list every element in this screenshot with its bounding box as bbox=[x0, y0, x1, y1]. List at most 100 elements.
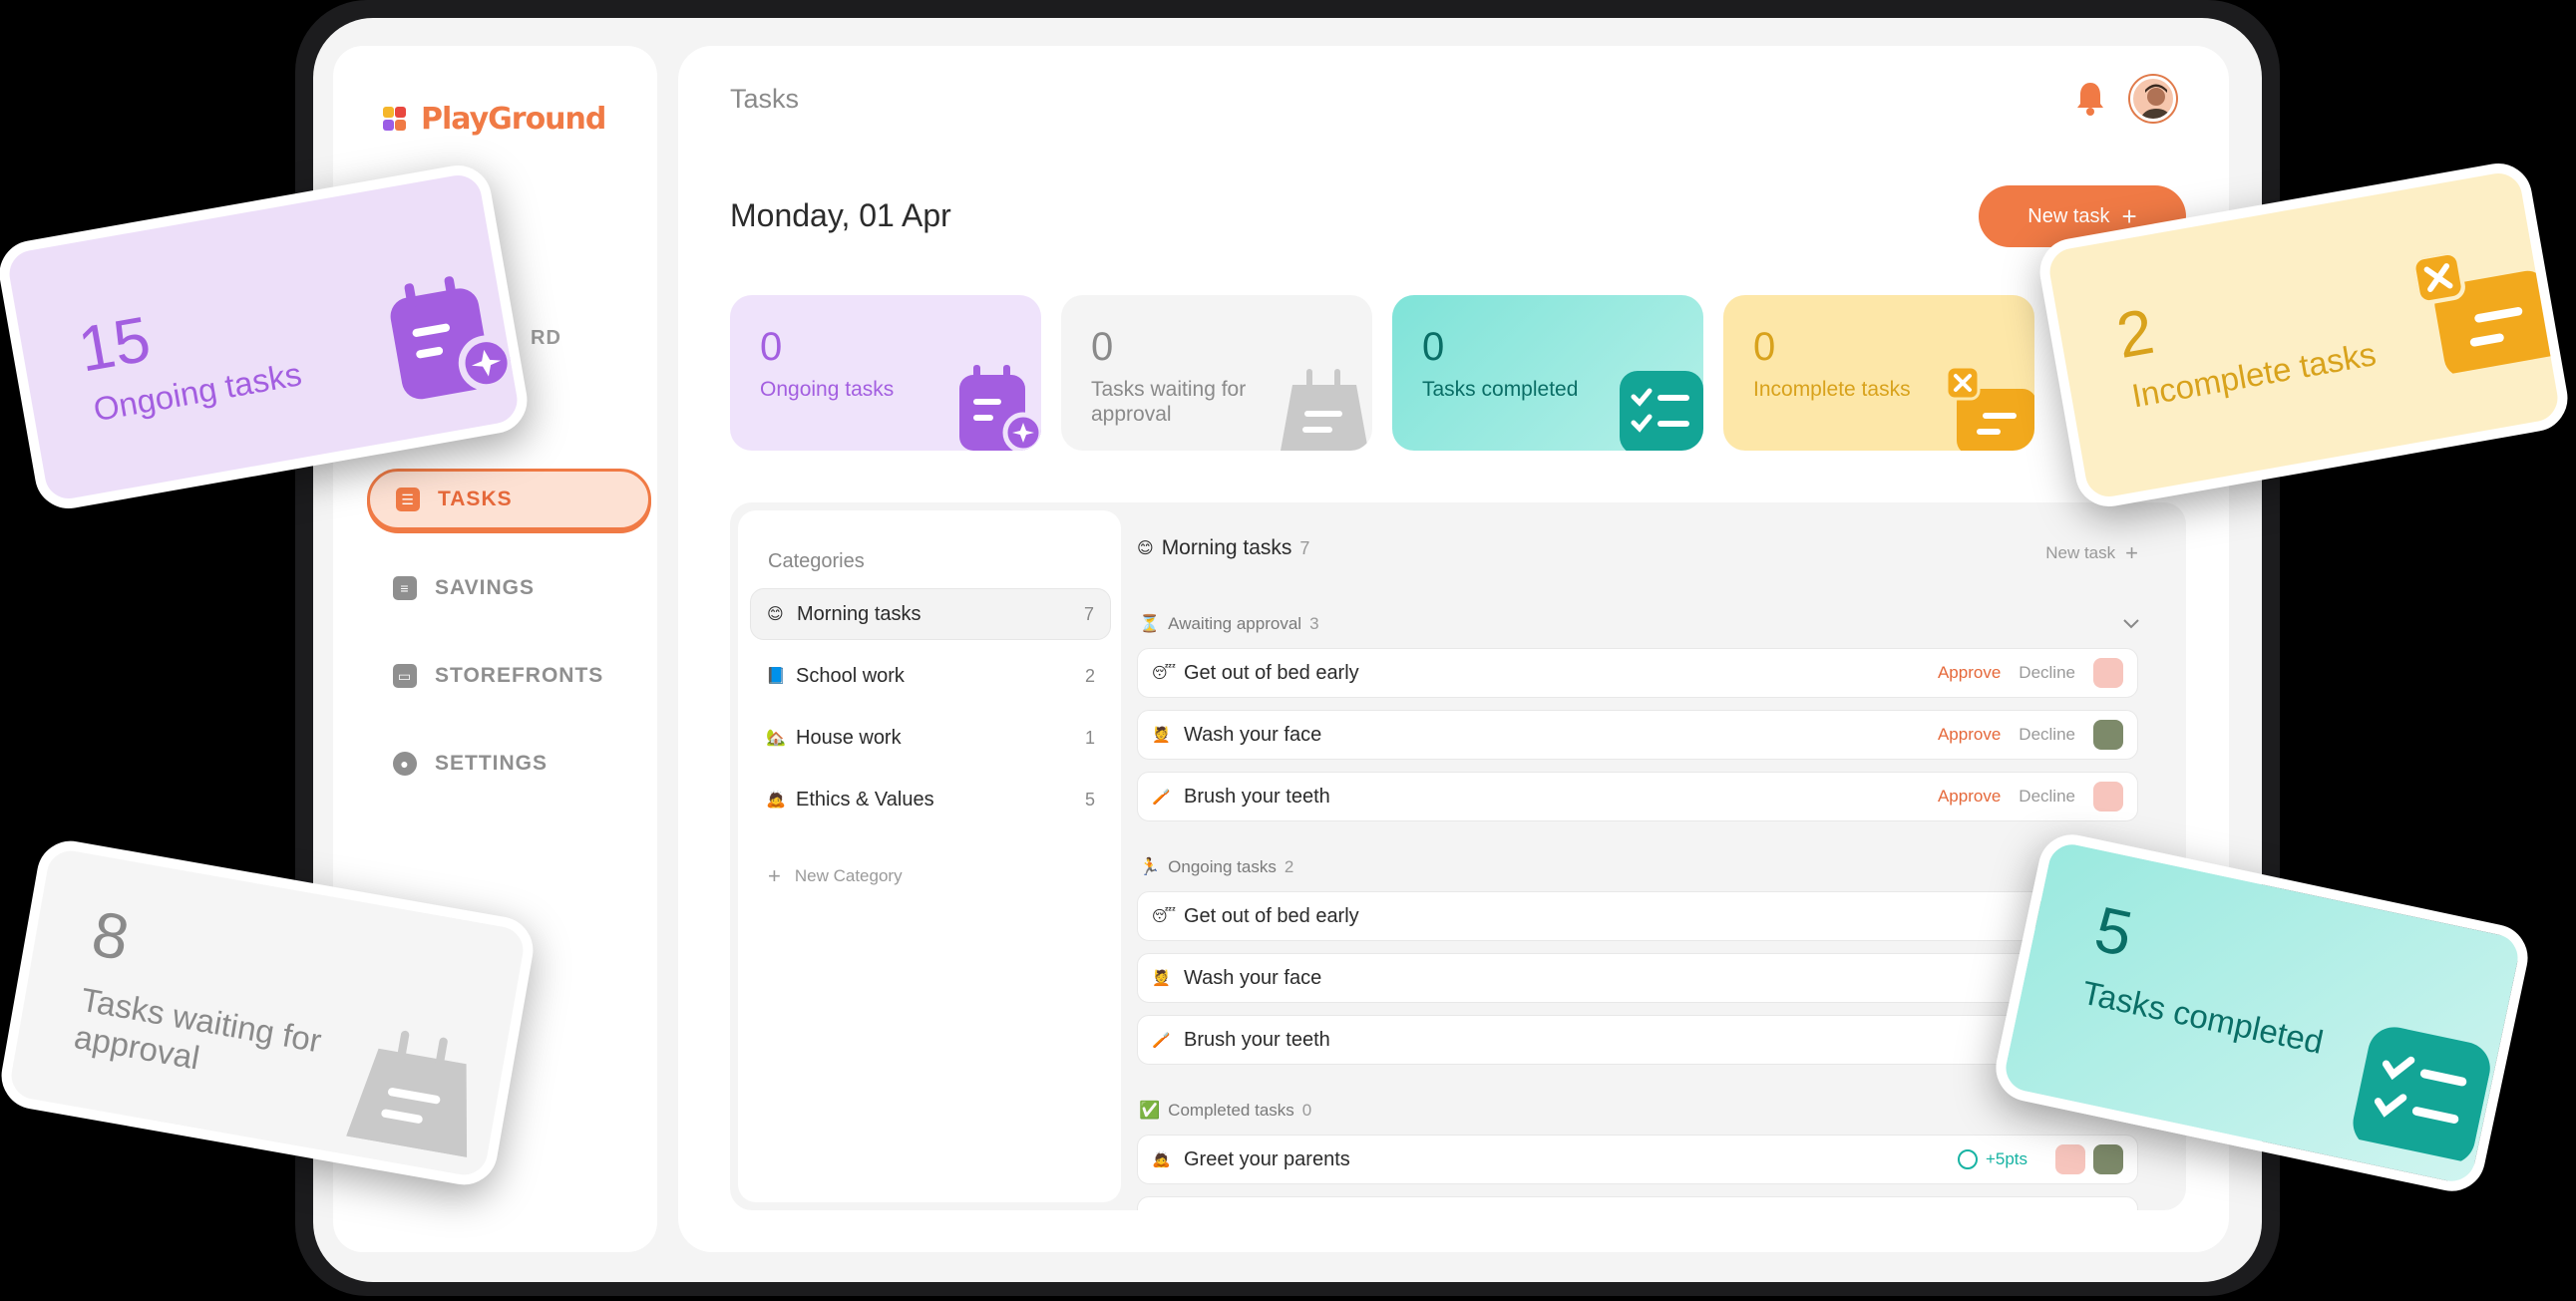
new-category-button[interactable]: + New Category bbox=[768, 863, 903, 889]
decline-button[interactable]: Decline bbox=[2019, 725, 2075, 745]
avatar bbox=[2093, 658, 2123, 688]
category-item[interactable]: 📘 School work 2 bbox=[750, 650, 1111, 702]
task-row[interactable]: 😴 Get out of bed early bbox=[1137, 891, 2138, 941]
checklist-icon bbox=[2353, 1027, 2490, 1163]
sidebar-item-label: SAVINGS bbox=[435, 576, 535, 599]
stat-card-ongoing[interactable]: 0 Ongoing tasks bbox=[730, 295, 1041, 451]
task-emoji-icon: 🙇 bbox=[1152, 1151, 1171, 1168]
category-count: 5 bbox=[1084, 789, 1095, 810]
task-label: Wash your face bbox=[1184, 966, 1322, 989]
logo-mark-icon bbox=[383, 106, 407, 133]
stat-label: Tasks waiting for approval bbox=[1091, 378, 1247, 426]
stat-card-incomplete[interactable]: 0 Incomplete tasks bbox=[1723, 295, 2034, 451]
task-label: Brush your teeth bbox=[1184, 785, 1330, 808]
stat-value: 0 bbox=[1753, 325, 1776, 369]
stat-value: 0 bbox=[760, 325, 783, 369]
category-emoji-icon: 😊 bbox=[767, 606, 784, 623]
calendar-sparkle-icon bbox=[390, 276, 515, 400]
stat-label: Incomplete tasks bbox=[1753, 378, 1911, 401]
stat-card-waiting[interactable]: 0 Tasks waiting for approval bbox=[1061, 295, 1372, 451]
task-label: Get out of bed early bbox=[1184, 661, 1359, 684]
sidebar-item-dashboard-partial[interactable]: RD bbox=[531, 327, 561, 350]
check-circle-icon bbox=[1957, 1149, 1978, 1169]
approve-button[interactable]: Approve bbox=[1938, 787, 2001, 807]
logo[interactable]: PlayGround bbox=[383, 102, 606, 137]
approve-button[interactable]: Approve bbox=[1938, 663, 2001, 683]
plus-icon: + bbox=[2125, 540, 2138, 565]
new-task-inline-label: New task bbox=[2045, 543, 2116, 562]
sidebar-item-tasks[interactable]: ☰ TASKS bbox=[367, 469, 651, 530]
section-count: 3 bbox=[1309, 614, 1319, 633]
section-ongoing-tasks[interactable]: 🏃 Ongoing tasks 2 bbox=[1139, 857, 1293, 877]
task-emoji-icon: 💆 bbox=[1152, 727, 1171, 744]
category-emoji-icon: 🏡 bbox=[766, 730, 786, 747]
sidebar-item-label: STOREFRONTS bbox=[435, 664, 604, 687]
tasks-content-panel: Categories 😊 Morning tasks 7 📘 School wo… bbox=[730, 502, 2186, 1210]
savings-icon: ≡ bbox=[393, 576, 417, 600]
section-count: 2 bbox=[1284, 857, 1294, 876]
task-row[interactable]: 🙇 Greet your parents +5pts bbox=[1137, 1135, 2138, 1184]
floating-card-label: Tasks completed bbox=[2078, 973, 2327, 1061]
settings-gear-icon: ● bbox=[393, 752, 417, 776]
incomplete-list-icon bbox=[2411, 250, 2557, 378]
task-emoji-icon: 😴 bbox=[1152, 665, 1177, 682]
category-label: Morning tasks bbox=[797, 602, 921, 625]
approve-button[interactable]: Approve bbox=[1938, 725, 2001, 745]
decline-button[interactable]: Decline bbox=[2019, 663, 2075, 683]
bell-icon[interactable] bbox=[2072, 78, 2108, 118]
avatar bbox=[2055, 1144, 2085, 1174]
app-screen: PlayGround RD ☰ TASKS ≡ SAVINGS ▭ STOREF… bbox=[313, 18, 2262, 1282]
category-emoji-icon: 🙇 bbox=[766, 792, 786, 809]
category-label: House work bbox=[796, 726, 902, 749]
running-icon: 🏃 bbox=[1139, 857, 1161, 876]
stat-value: 0 bbox=[1422, 325, 1445, 369]
stat-value: 0 bbox=[1091, 325, 1114, 369]
new-category-label: New Category bbox=[794, 866, 903, 885]
sidebar-item-label: TASKS bbox=[438, 488, 513, 510]
category-item[interactable]: 🙇 Ethics & Values 5 bbox=[750, 774, 1111, 825]
stat-card-completed[interactable]: 0 Tasks completed bbox=[1392, 295, 1703, 451]
category-item[interactable]: 😊 Morning tasks 7 bbox=[750, 588, 1111, 640]
category-emoji-icon: 📘 bbox=[766, 668, 786, 685]
plus-icon: + bbox=[768, 863, 781, 888]
tasks-icon: ☰ bbox=[396, 488, 420, 511]
sidebar-item-label: SETTINGS bbox=[435, 752, 549, 775]
task-label: Wash your face bbox=[1184, 723, 1322, 746]
task-emoji-icon: 😴 bbox=[1152, 908, 1177, 925]
task-label: Brush your teeth bbox=[1184, 1028, 1330, 1051]
category-label: Ethics & Values bbox=[796, 788, 934, 811]
categories-panel: Categories 😊 Morning tasks 7 📘 School wo… bbox=[738, 510, 1121, 1202]
categories-title: Categories bbox=[768, 550, 865, 572]
avatar bbox=[2093, 720, 2123, 750]
chevron-down-icon[interactable] bbox=[2122, 618, 2140, 630]
floating-card-value: 15 bbox=[73, 302, 156, 386]
task-row[interactable]: 🪥 Brush your teeth Approve Decline bbox=[1137, 772, 2138, 821]
sidebar-item-storefronts[interactable]: ▭ STOREFRONTS bbox=[367, 645, 651, 707]
category-item[interactable]: 🏡 House work 1 bbox=[750, 712, 1111, 764]
task-emoji-icon: 🪥 bbox=[1152, 1032, 1171, 1049]
decline-button[interactable]: Decline bbox=[2019, 787, 2075, 807]
notepad-icon bbox=[346, 1030, 468, 1157]
task-row[interactable]: 🪥 Brush your teeth bbox=[1137, 1015, 2138, 1065]
section-label: Awaiting approval bbox=[1168, 614, 1302, 633]
new-task-inline-button[interactable]: New task + bbox=[2045, 540, 2138, 566]
user-avatar[interactable] bbox=[2130, 76, 2176, 122]
task-emoji-icon: 🪥 bbox=[1152, 789, 1171, 806]
task-row[interactable]: 💆 Wash your face bbox=[1137, 953, 2138, 1003]
floating-card-value: 2 bbox=[2111, 294, 2159, 372]
avatar bbox=[2093, 1144, 2123, 1174]
hourglass-icon: ⏳ bbox=[1139, 614, 1161, 633]
task-label: Get out of bed early bbox=[1184, 904, 1359, 927]
sidebar-item-savings[interactable]: ≡ SAVINGS bbox=[367, 557, 651, 619]
section-awaiting-approval[interactable]: ⏳ Awaiting approval 3 bbox=[1139, 614, 1319, 634]
current-date: Monday, 01 Apr bbox=[730, 197, 951, 233]
task-row-partial[interactable] bbox=[1137, 1196, 2138, 1210]
section-completed-tasks[interactable]: ✅ Completed tasks 0 bbox=[1139, 1101, 1311, 1121]
task-row[interactable]: 😴 Get out of bed early Approve Decline bbox=[1137, 648, 2138, 698]
task-list-count: 7 bbox=[1299, 537, 1310, 558]
sidebar-item-settings[interactable]: ● SETTINGS bbox=[367, 733, 651, 795]
task-row[interactable]: 💆 Wash your face Approve Decline bbox=[1137, 710, 2138, 760]
logo-text: PlayGround bbox=[421, 102, 606, 137]
check-box-icon: ✅ bbox=[1139, 1101, 1161, 1120]
stat-label: Tasks completed bbox=[1422, 378, 1579, 401]
